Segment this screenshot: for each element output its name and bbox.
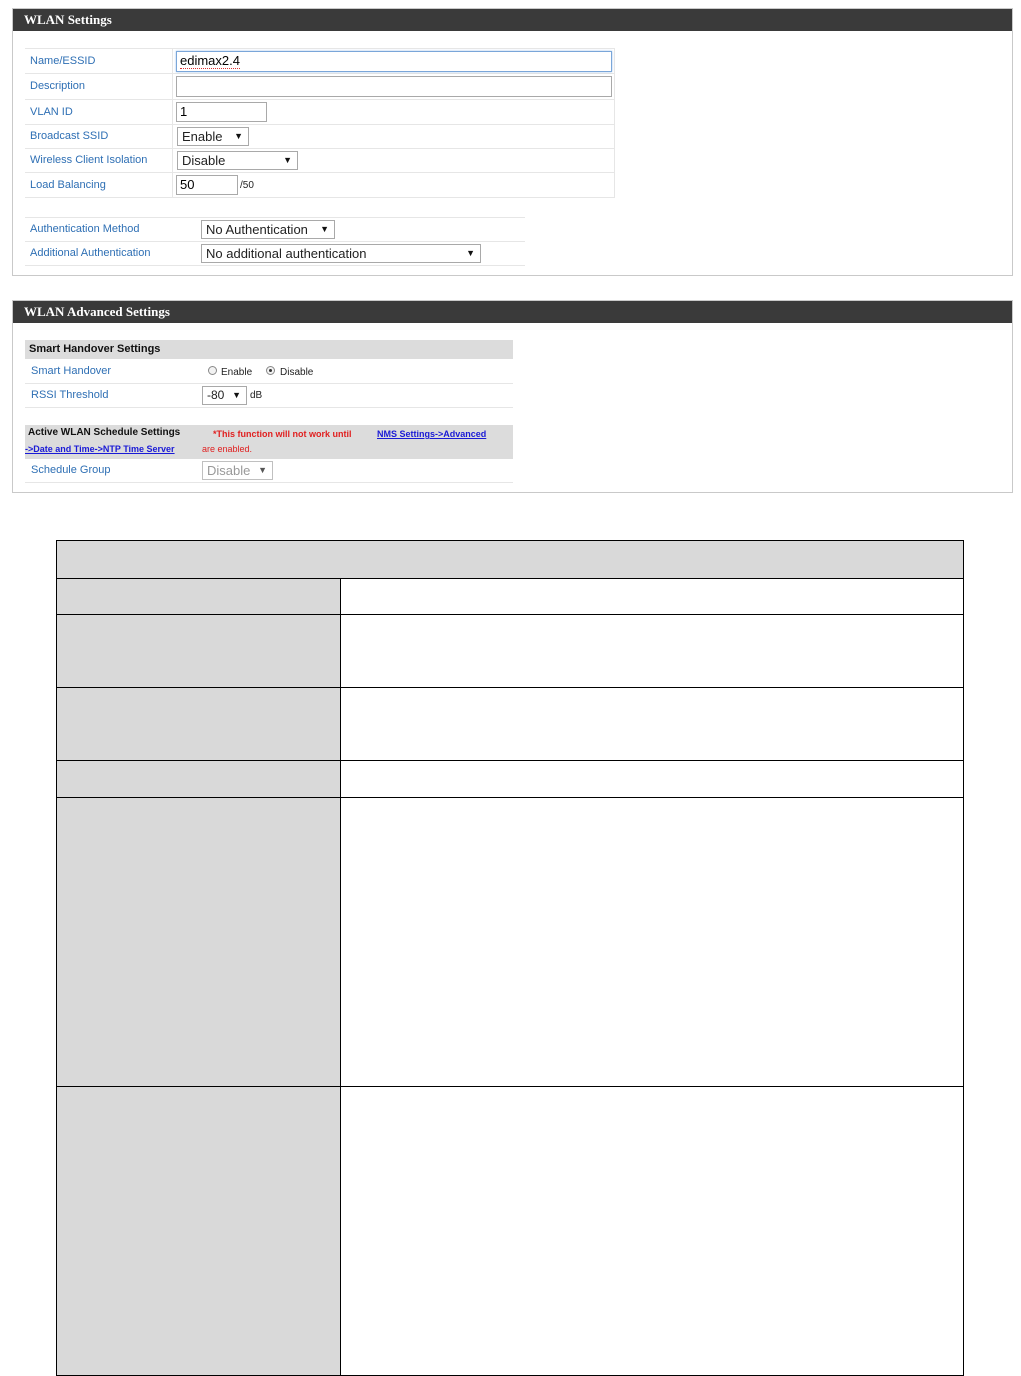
dropdown-caret-icon: ▼ bbox=[320, 224, 329, 234]
table-column-divider bbox=[340, 578, 341, 1375]
smart-handover-label: Smart Handover bbox=[31, 365, 112, 377]
row-divider bbox=[25, 241, 525, 242]
row-divider bbox=[25, 172, 615, 173]
name-essid-input[interactable]: edimax2.4 bbox=[176, 51, 612, 72]
table-header-row bbox=[57, 541, 963, 578]
schedule-warning-prefix: *This function will not work until bbox=[213, 429, 352, 439]
dropdown-caret-icon: ▼ bbox=[258, 465, 267, 475]
rssi-threshold-label: RSSI Threshold bbox=[31, 389, 109, 401]
row-divider bbox=[25, 99, 615, 100]
schedule-group-value: Disable bbox=[207, 463, 251, 478]
authentication-method-value: No Authentication bbox=[206, 222, 308, 237]
smart-handover-enable-label: Enable bbox=[221, 367, 253, 378]
description-table bbox=[56, 540, 964, 1376]
table-row-divider bbox=[57, 797, 963, 798]
row-divider bbox=[25, 197, 615, 198]
table-row-divider bbox=[57, 760, 963, 761]
rssi-threshold-select[interactable]: -80 ▼ bbox=[202, 386, 247, 405]
additional-authentication-label: Additional Authentication bbox=[30, 247, 151, 259]
dropdown-caret-icon: ▼ bbox=[466, 248, 475, 258]
load-balancing-label: Load Balancing bbox=[30, 179, 106, 191]
column-divider bbox=[172, 48, 173, 197]
smart-handover-disable-label: Disable bbox=[280, 367, 314, 378]
additional-authentication-select[interactable]: No additional authentication ▼ bbox=[201, 244, 481, 263]
row-divider bbox=[25, 482, 513, 483]
schedule-heading: Active WLAN Schedule Settings bbox=[28, 427, 181, 438]
rssi-unit: dB bbox=[250, 390, 263, 401]
row-divider bbox=[25, 148, 615, 149]
row-divider bbox=[25, 265, 525, 266]
schedule-group-label: Schedule Group bbox=[31, 464, 111, 476]
wireless-client-isolation-value: Disable bbox=[182, 153, 226, 168]
table-row-divider bbox=[57, 1086, 963, 1087]
row-divider bbox=[25, 73, 615, 74]
dropdown-caret-icon: ▼ bbox=[283, 155, 292, 165]
broadcast-ssid-select[interactable]: Enable ▼ bbox=[177, 127, 249, 146]
load-balancing-input[interactable]: 50 bbox=[176, 175, 238, 195]
nms-settings-advanced-link[interactable]: NMS Settings->Advanced bbox=[377, 429, 486, 439]
wireless-client-isolation-label: Wireless Client Isolation bbox=[30, 154, 148, 166]
wlan-advanced-settings-panel: WLAN Advanced Settings bbox=[12, 300, 1013, 493]
description-input[interactable] bbox=[176, 76, 612, 97]
schedule-group-select[interactable]: Disable ▼ bbox=[202, 461, 273, 480]
column-divider bbox=[614, 48, 615, 197]
dropdown-caret-icon: ▼ bbox=[234, 131, 243, 141]
row-divider bbox=[25, 407, 513, 408]
date-time-ntp-link[interactable]: ->Date and Time->NTP Time Server bbox=[25, 444, 175, 454]
description-label: Description bbox=[30, 80, 86, 92]
wlan-settings-title: WLAN Settings bbox=[13, 9, 1012, 31]
row-divider bbox=[25, 48, 615, 49]
table-row-divider bbox=[57, 614, 963, 615]
authentication-method-select[interactable]: No Authentication ▼ bbox=[201, 220, 335, 239]
name-essid-label: Name/ESSID bbox=[30, 55, 96, 67]
broadcast-ssid-label: Broadcast SSID bbox=[30, 130, 109, 142]
name-essid-value: edimax2.4 bbox=[180, 53, 240, 69]
broadcast-ssid-value: Enable bbox=[182, 129, 223, 144]
row-divider bbox=[25, 124, 615, 125]
rssi-threshold-value: -80 bbox=[207, 388, 225, 402]
vlan-id-label: VLAN ID bbox=[30, 106, 73, 118]
load-balancing-suffix: /50 bbox=[240, 180, 254, 191]
table-row-divider bbox=[57, 578, 963, 579]
dropdown-caret-icon: ▼ bbox=[232, 390, 241, 400]
smart-handover-enable-radio[interactable] bbox=[208, 366, 217, 375]
row-divider bbox=[25, 383, 513, 384]
authentication-method-label: Authentication Method bbox=[30, 223, 140, 235]
schedule-warning-suffix: are enabled. bbox=[202, 444, 253, 454]
table-label-column bbox=[57, 578, 341, 1375]
wlan-advanced-settings-title: WLAN Advanced Settings bbox=[13, 301, 1012, 323]
vlan-id-input[interactable]: 1 bbox=[176, 102, 267, 122]
smart-handover-heading: Smart Handover Settings bbox=[25, 340, 513, 359]
smart-handover-disable-radio[interactable] bbox=[266, 366, 275, 375]
row-divider bbox=[25, 217, 525, 218]
additional-authentication-value: No additional authentication bbox=[206, 246, 367, 261]
wireless-client-isolation-select[interactable]: Disable ▼ bbox=[177, 151, 298, 170]
table-row-divider bbox=[57, 687, 963, 688]
